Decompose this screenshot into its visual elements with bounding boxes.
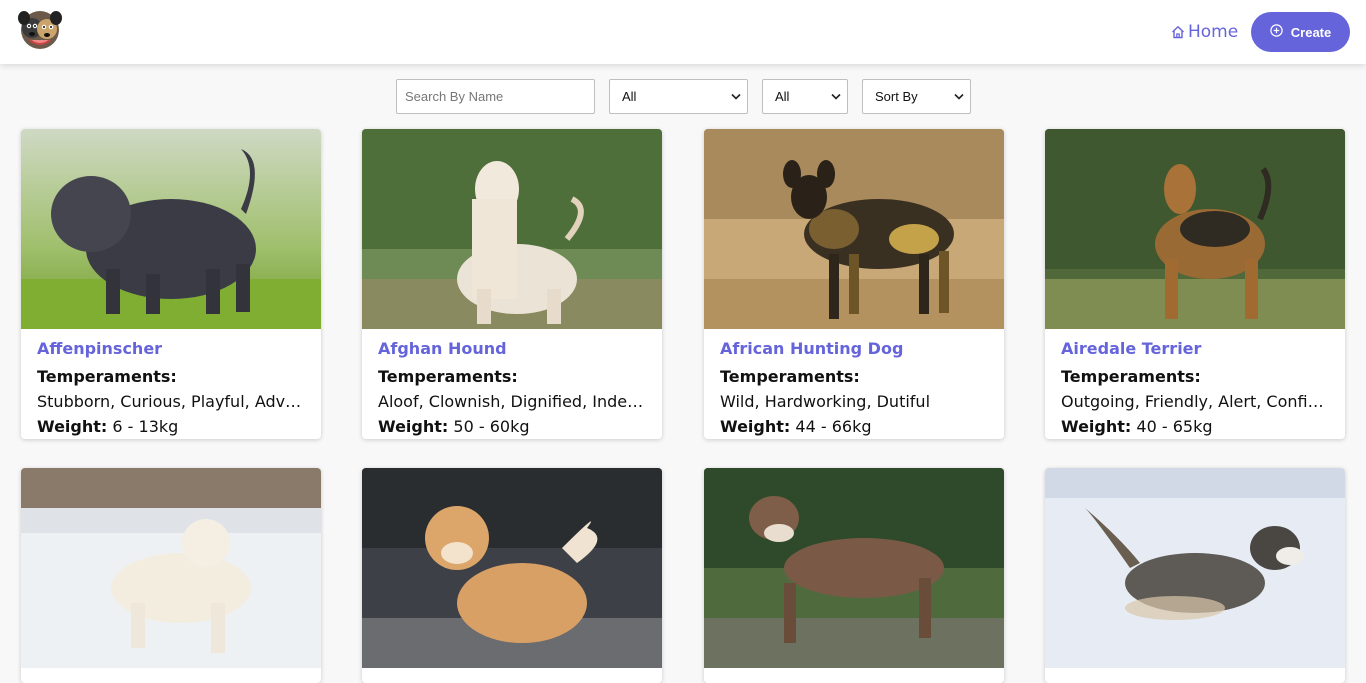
chevron-down-icon — [731, 93, 741, 100]
dog-photo — [704, 468, 1004, 668]
dog-photo — [21, 468, 321, 668]
origin-select-value: All — [775, 89, 790, 104]
dog-photo — [362, 129, 662, 329]
temperaments-value: Wild, Hardworking, Dutiful — [720, 392, 931, 411]
temperaments-label: Temperaments: — [37, 367, 177, 386]
dog-name: Affenpinscher — [37, 339, 163, 358]
temperaments-heading: Temperaments: — [1061, 364, 1329, 389]
dog-logo-icon[interactable] — [16, 8, 64, 50]
temperaments-value: Aloof, Clownish, Dignified, Independent,… — [378, 392, 646, 411]
temperaments-heading: Temperaments: — [37, 364, 305, 389]
dog-card[interactable]: Affenpinscher Temperaments: Stubborn, Cu… — [21, 129, 321, 439]
weight-label: Weight: — [1061, 417, 1132, 436]
temperaments-label: Temperaments: — [1061, 367, 1201, 386]
dog-photo — [1045, 468, 1345, 668]
chevron-down-icon — [954, 93, 964, 100]
search-input[interactable] — [396, 79, 595, 114]
temperaments-value: Outgoing, Friendly, Alert, Confident, In… — [1061, 392, 1329, 411]
dog-card[interactable]: African Hunting Dog Temperaments: Wild, … — [704, 129, 1004, 439]
weight-value: 44 - 66kg — [795, 417, 872, 436]
home-icon — [1171, 25, 1185, 39]
create-label: Create — [1290, 24, 1332, 40]
weight-label: Weight: — [37, 417, 108, 436]
temperament-select[interactable]: All — [609, 79, 748, 114]
dog-photo — [704, 129, 1004, 329]
app-header: Home Create — [0, 0, 1366, 64]
create-button[interactable]: Create — [1251, 12, 1350, 52]
dog-card[interactable]: Afghan Hound Temperaments: Aloof, Clowni… — [362, 129, 662, 439]
weight-value: 6 - 13kg — [112, 417, 179, 436]
home-label: Home — [1188, 22, 1239, 42]
temperaments-label: Temperaments: — [720, 367, 860, 386]
dog-card[interactable] — [1045, 468, 1345, 683]
weight-row: Weight: 40 - 65kg — [1061, 414, 1329, 439]
temperaments-value: Stubborn, Curious, Playful, Adventurous,… — [37, 392, 305, 411]
temperaments-heading: Temperaments: — [720, 364, 988, 389]
home-link[interactable]: Home — [1171, 20, 1238, 44]
weight-row: Weight: 6 - 13kg — [37, 414, 305, 439]
weight-row: Weight: 44 - 66kg — [720, 414, 988, 439]
dog-name: Afghan Hound — [378, 339, 507, 358]
temperament-select-value: All — [622, 89, 637, 104]
dog-card[interactable] — [704, 468, 1004, 683]
temperaments-heading: Temperaments: — [378, 364, 646, 389]
origin-select[interactable]: All — [762, 79, 848, 114]
chevron-down-icon — [831, 93, 841, 100]
dog-name: Airedale Terrier — [1061, 339, 1202, 358]
sort-select-value: Sort By — [875, 89, 918, 104]
dog-photo — [21, 129, 321, 329]
weight-value: 50 - 60kg — [453, 417, 530, 436]
dog-name: African Hunting Dog — [720, 339, 904, 358]
temperaments-label: Temperaments: — [378, 367, 518, 386]
dog-photo — [1045, 129, 1345, 329]
weight-value: 40 - 65kg — [1136, 417, 1213, 436]
dog-card[interactable] — [362, 468, 662, 683]
weight-label: Weight: — [378, 417, 449, 436]
dog-card[interactable] — [21, 468, 321, 683]
sort-select[interactable]: Sort By — [862, 79, 971, 114]
dog-photo — [362, 468, 662, 668]
plus-circle-icon — [1270, 24, 1283, 40]
weight-label: Weight: — [720, 417, 791, 436]
dog-card[interactable]: Airedale Terrier Temperaments: Outgoing,… — [1045, 129, 1345, 439]
weight-row: Weight: 50 - 60kg — [378, 414, 646, 439]
